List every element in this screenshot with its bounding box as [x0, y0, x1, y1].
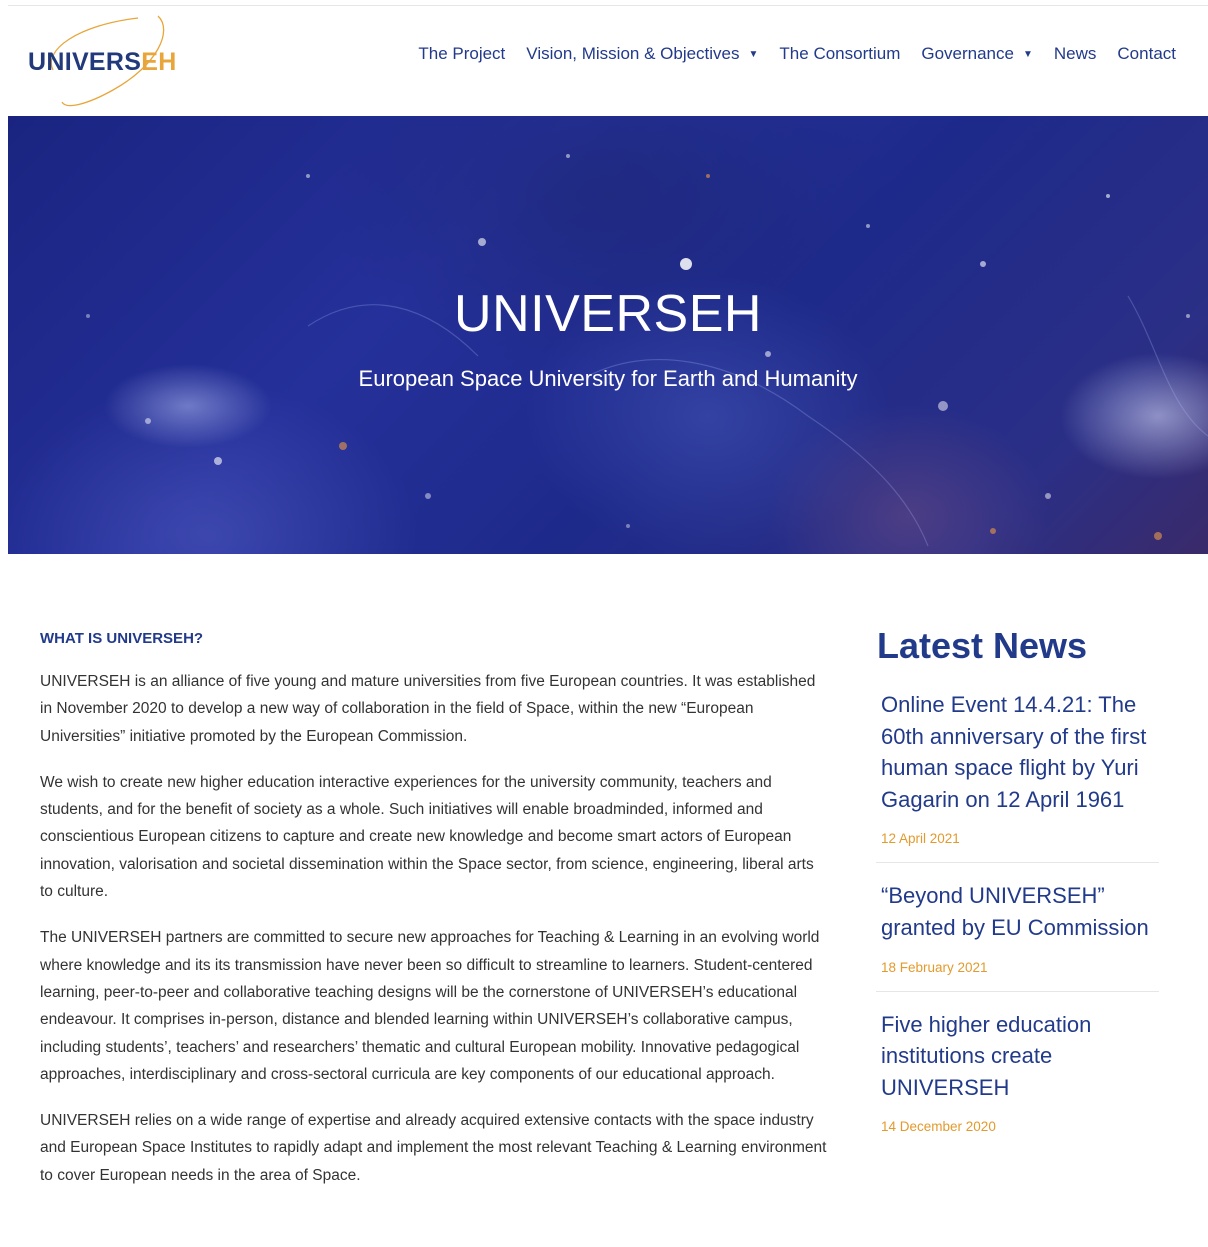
news-title-link[interactable]: Online Event 14.4.21: The 60th anniversa…: [881, 689, 1159, 815]
news-title-link[interactable]: “Beyond UNIVERSEH” granted by EU Commiss…: [881, 880, 1159, 943]
section-heading: WHAT IS UNIVERSEH?: [40, 630, 204, 647]
hero-banner: UNIVERSEH European Space University for …: [8, 116, 1208, 554]
news-item: “Beyond UNIVERSEH” granted by EU Commiss…: [876, 880, 1159, 992]
site-header: UNIVERSEH The Project Vision, Mission & …: [8, 6, 1208, 116]
paragraph: UNIVERSEH is an alliance of five young a…: [40, 673, 816, 745]
nav-item-the-project[interactable]: The Project: [418, 44, 505, 64]
nav-item-governance[interactable]: Governance ▼: [921, 44, 1033, 64]
news-item: Five higher education institutions creat…: [876, 1009, 1159, 1151]
caret-down-icon: ▼: [1022, 48, 1033, 60]
site-logo[interactable]: UNIVERSEH: [18, 10, 198, 110]
logo-wordmark: UNIVERSEH: [28, 48, 177, 76]
paragraph: UNIVERSEH relies on a wide range of expe…: [40, 1112, 827, 1184]
nav-item-contact[interactable]: Contact: [1117, 44, 1176, 64]
hero-subtitle: European Space University for Earth and …: [358, 366, 858, 391]
nav-item-the-consortium[interactable]: The Consortium: [779, 44, 900, 64]
nav-item-vision-mission[interactable]: Vision, Mission & Objectives ▼: [526, 44, 758, 64]
news-date: 14 December 2020: [881, 1119, 996, 1135]
news-title-link[interactable]: Five higher education institutions creat…: [881, 1009, 1159, 1104]
news-item: Online Event 14.4.21: The 60th anniversa…: [876, 689, 1159, 864]
news-date: 18 February 2021: [881, 959, 988, 975]
main-content: WHAT IS UNIVERSEH? UNIVERSEH is an allia…: [40, 630, 830, 1208]
nav-item-news[interactable]: News: [1054, 44, 1097, 64]
caret-down-icon: ▼: [748, 48, 759, 60]
main-navigation: The Project Vision, Mission & Objectives…: [397, 44, 1176, 64]
paragraph: We wish to create new higher education i…: [40, 773, 814, 901]
paragraph: The UNIVERSEH partners are committed to …: [40, 929, 820, 1083]
news-date: 12 April 2021: [881, 831, 960, 847]
hero-title: UNIVERSEH: [454, 285, 762, 343]
latest-news-sidebar: Latest News Online Event 14.4.21: The 60…: [876, 625, 1159, 1167]
sidebar-title: Latest News: [877, 625, 1088, 666]
